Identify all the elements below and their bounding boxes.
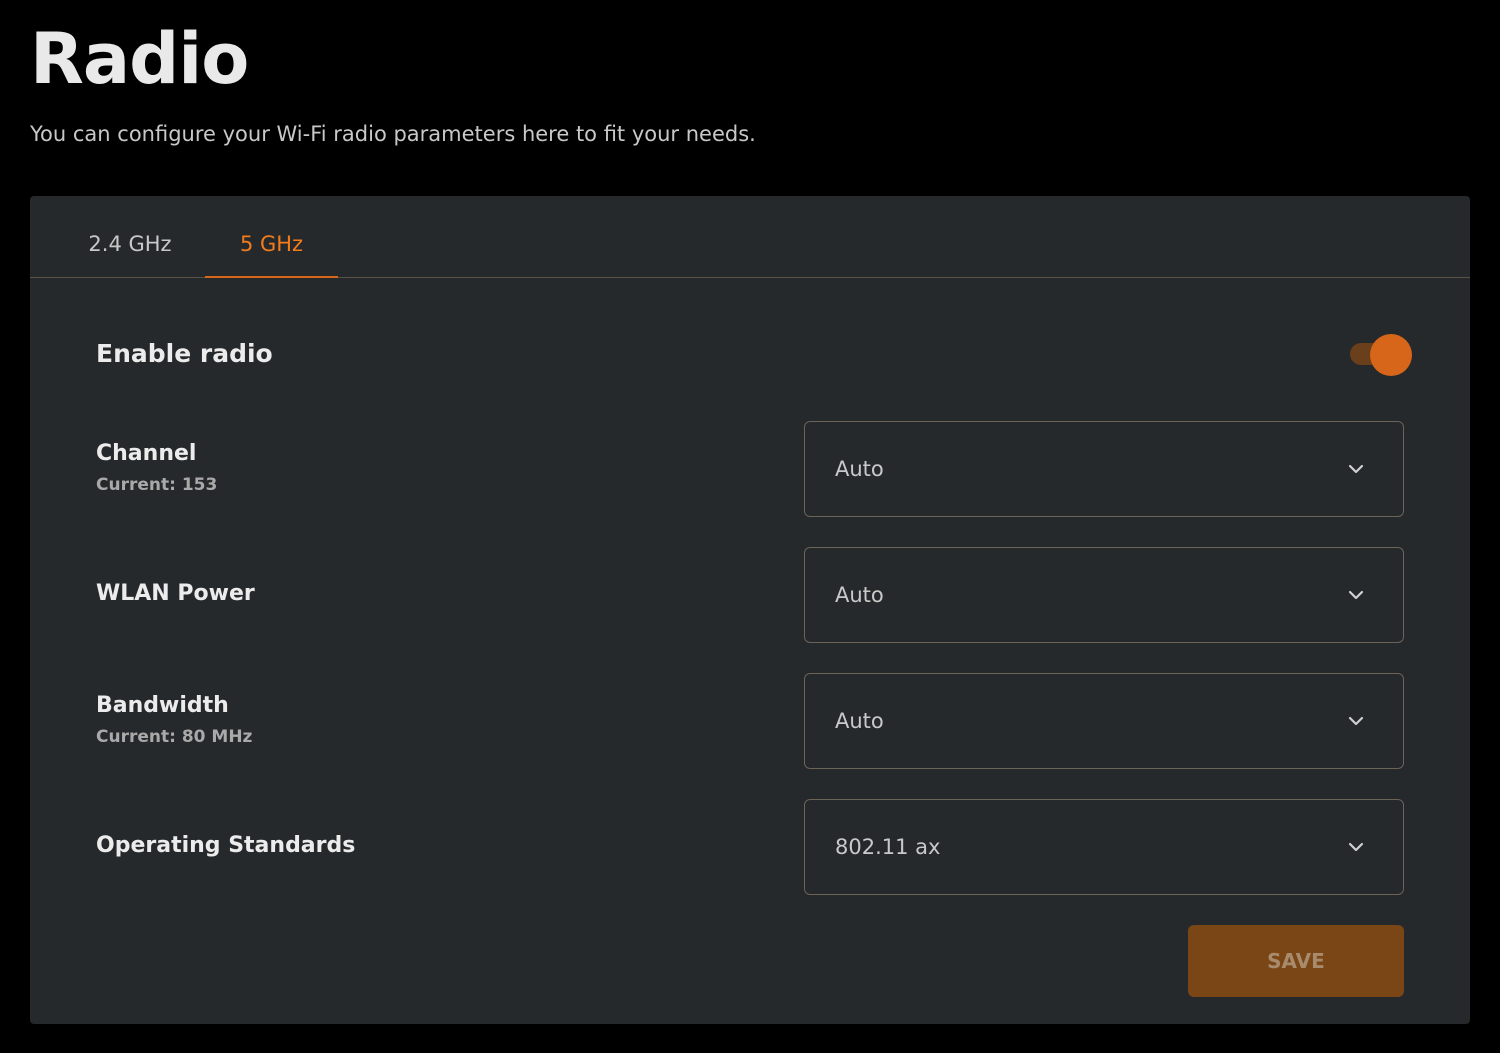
radio-settings-card: 2.4 GHz 5 GHz Enable radio Channel Curre… (30, 196, 1470, 1024)
operating-standards-select[interactable]: 802.11 ax (804, 799, 1404, 895)
channel-select-value: Auto (835, 457, 884, 481)
channel-label: Channel (96, 441, 197, 466)
channel-current: Current: 153 (96, 475, 218, 495)
page-subtitle: You can configure your Wi-Fi radio param… (30, 122, 756, 146)
radio-settings-page: Radio You can configure your Wi-Fi radio… (0, 0, 1500, 1053)
bandwidth-select[interactable]: Auto (804, 673, 1404, 769)
operating-standards-select-value: 802.11 ax (835, 835, 941, 859)
bandwidth-label: Bandwidth (96, 693, 229, 718)
chevron-down-icon (1348, 590, 1364, 600)
enable-radio-label: Enable radio (96, 339, 273, 368)
bandwidth-select-value: Auto (835, 709, 884, 733)
operating-standards-label: Operating Standards (96, 833, 356, 858)
bandwidth-current: Current: 80 MHz (96, 727, 253, 747)
wlan-power-select[interactable]: Auto (804, 547, 1404, 643)
page-title: Radio (30, 18, 249, 100)
chevron-down-icon (1348, 464, 1364, 474)
tab-5-ghz[interactable]: 5 GHz (205, 196, 338, 278)
band-tabs: 2.4 GHz 5 GHz (30, 196, 1470, 278)
wlan-power-select-value: Auto (835, 583, 884, 607)
channel-select[interactable]: Auto (804, 421, 1404, 517)
chevron-down-icon (1348, 716, 1364, 726)
save-button[interactable]: SAVE (1188, 925, 1404, 997)
chevron-down-icon (1348, 842, 1364, 852)
enable-radio-toggle[interactable] (1350, 334, 1414, 376)
wlan-power-label: WLAN Power (96, 581, 255, 606)
tab-2-4-ghz[interactable]: 2.4 GHz (58, 196, 202, 278)
toggle-knob (1370, 334, 1412, 376)
